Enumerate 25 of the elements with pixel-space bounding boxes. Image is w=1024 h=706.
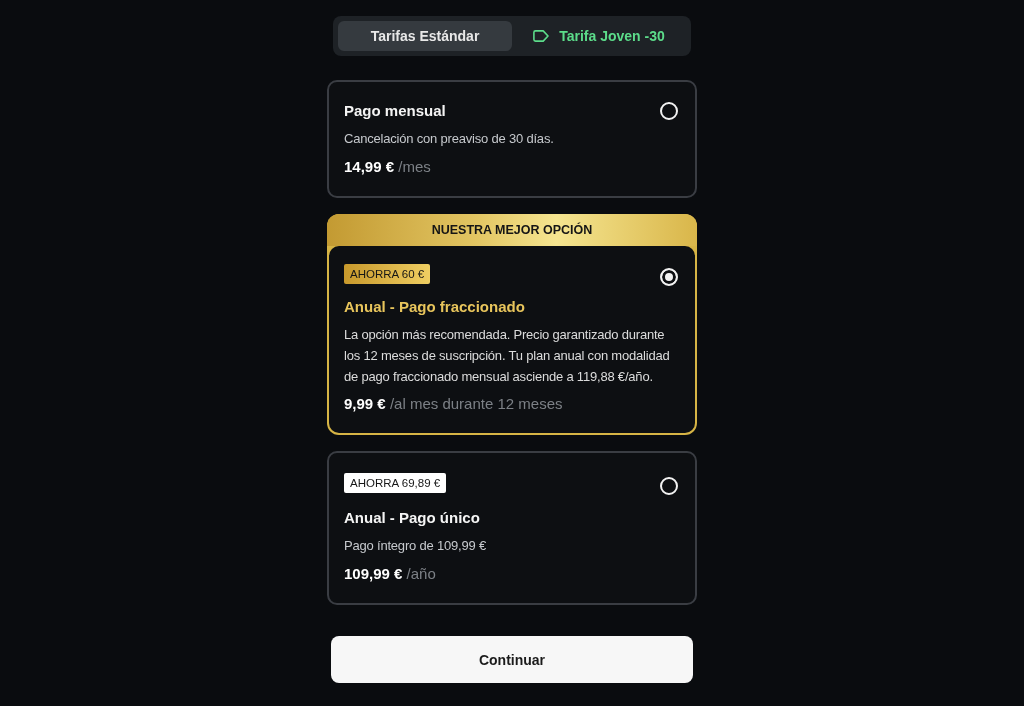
plan-description: Pago íntegro de 109,99 €	[344, 537, 487, 555]
plan-title: Pago mensual	[344, 102, 446, 120]
price-amount: 9,99 €	[344, 395, 386, 412]
radio-button[interactable]	[660, 477, 678, 495]
radio-button[interactable]	[660, 268, 678, 286]
price-period: /al mes durante 12 meses	[389, 395, 563, 412]
plan-card[interactable]: Pago mensual Cancelación con preaviso de 30 días. 14,99 € /mes	[327, 80, 697, 198]
price-amount: 109,99 €	[344, 565, 403, 582]
savings-badge: AHORRA 60 €	[344, 264, 431, 284]
plan-description: Cancelación con preaviso de 30 días.	[344, 130, 555, 148]
savings-badge: AHORRA 69,89 €	[344, 473, 447, 493]
price-period: /año	[406, 565, 436, 582]
price-period: /mes	[398, 158, 431, 175]
tab[interactable]: Tarifa Joven -30	[512, 21, 686, 51]
continue-button[interactable]: Continuar	[331, 636, 693, 683]
tag-icon	[533, 30, 550, 42]
radio-button[interactable]	[660, 102, 678, 120]
plan-title: Anual - Pago fraccionado	[344, 298, 526, 316]
plan-description: La opción más recomendada. Precio garantizado durante los 12 meses de suscripción. Tu plan anual con modalidad de pago fraccionado mensual asciende a 119,88 €/año.	[344, 326, 671, 386]
plan-title: Anual - Pago único	[344, 509, 481, 527]
tab[interactable]: Tarifas Estándar	[338, 21, 512, 51]
best-option-banner: NUESTRA MEJOR OPCIÓN	[327, 214, 697, 246]
plan-card[interactable]	[329, 246, 695, 433]
plan-card[interactable]: AHORRA 69,89 € Anual - Pago único Pago íntegro de 109,99 € 109,99 € /año	[327, 451, 697, 605]
price-amount: 14,99 €	[344, 158, 395, 175]
